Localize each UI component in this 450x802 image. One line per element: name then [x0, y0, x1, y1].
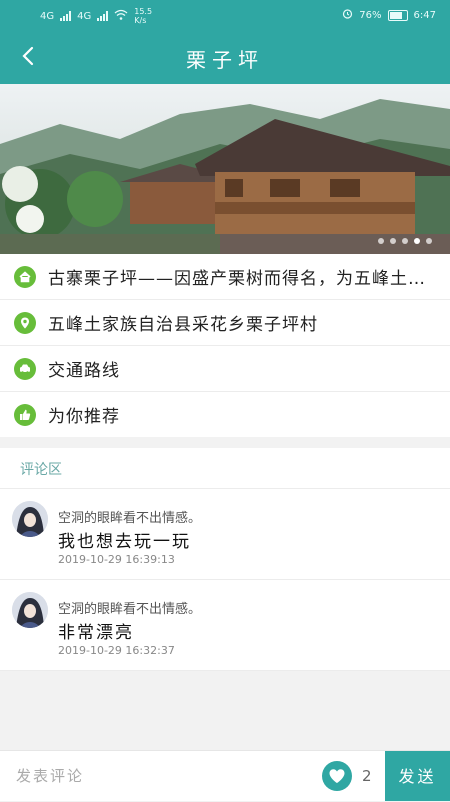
- heart-icon: [329, 769, 345, 783]
- carousel-dot-active[interactable]: [414, 238, 420, 244]
- comment-username: 空洞的眼眸看不出情感。: [58, 602, 202, 617]
- comment-section-title: 评论区: [0, 448, 450, 489]
- info-intro-text: 古寨栗子坪——因盛产栗树而得名，为五峰土家族自治县…: [48, 269, 438, 289]
- comment-bar: 2 发送: [0, 750, 450, 801]
- comment-input[interactable]: [0, 751, 310, 801]
- signal-icon-2: [97, 11, 109, 21]
- signal-icon: [60, 11, 72, 21]
- comment-time: 2019-10-29 16:32:37: [58, 644, 175, 657]
- info-row-traffic[interactable]: 交通路线: [0, 346, 450, 392]
- thumbs-up-icon: [14, 403, 36, 426]
- carousel-dot[interactable]: [378, 238, 384, 244]
- net-speed-unit: K/s: [134, 16, 147, 25]
- comment-text: 非常漂亮: [58, 623, 134, 643]
- image-carousel[interactable]: [0, 84, 450, 254]
- battery-percent: 76%: [359, 9, 382, 21]
- carousel-dot[interactable]: [426, 238, 432, 244]
- comment-username: 空洞的眼眸看不出情感。: [58, 511, 202, 526]
- wifi-icon: [114, 9, 128, 23]
- comment-time: 2019-10-29 16:39:13: [58, 553, 175, 566]
- home-icon: [14, 265, 36, 288]
- info-traffic-text: 交通路线: [48, 361, 120, 381]
- info-list: 古寨栗子坪——因盛产栗树而得名，为五峰土家族自治县… 五峰土家族自治县采花乡栗子…: [0, 254, 450, 437]
- carousel-dots: [378, 238, 432, 244]
- send-button[interactable]: 发送: [385, 751, 450, 801]
- info-recommend-text: 为你推荐: [48, 407, 120, 427]
- info-address-text: 五峰土家族自治县采花乡栗子坪村: [48, 315, 318, 335]
- like-button[interactable]: [322, 761, 352, 791]
- net-speed: 15.5: [134, 7, 153, 16]
- page-title: 栗子坪: [186, 48, 264, 72]
- battery-icon: [387, 9, 408, 21]
- comment-text: 我也想去玩一玩: [58, 532, 191, 552]
- comment-section: 评论区 空洞的眼眸看不出情感。 我也想去玩一玩 2019-10-29 16:39…: [0, 448, 450, 671]
- avatar[interactable]: [12, 592, 48, 628]
- car-icon: [14, 357, 36, 380]
- comment-item: 空洞的眼眸看不出情感。 非常漂亮 2019-10-29 16:32:37: [0, 580, 450, 671]
- like-count: 2: [362, 767, 372, 785]
- status-left: 4G 4G 15.5 K/s: [40, 7, 152, 25]
- avatar[interactable]: [12, 501, 48, 537]
- location-pin-icon: [14, 311, 36, 334]
- info-row-intro[interactable]: 古寨栗子坪——因盛产栗树而得名，为五峰土家族自治县…: [0, 254, 450, 300]
- status-bar: 4G 4G 15.5 K/s 76% 6:47: [0, 0, 450, 30]
- status-right: 76% 6:47: [342, 8, 436, 22]
- carousel-dot[interactable]: [402, 238, 408, 244]
- info-row-recommend[interactable]: 为你推荐: [0, 392, 450, 437]
- comment-item: 空洞的眼眸看不出情感。 我也想去玩一玩 2019-10-29 16:39:13: [0, 489, 450, 580]
- clock: 6:47: [413, 9, 436, 21]
- carousel-dot[interactable]: [390, 238, 396, 244]
- banner-photo: [0, 84, 450, 254]
- network-label-1: 4G: [40, 10, 55, 22]
- app-bar: 栗子坪: [0, 30, 450, 84]
- network-label-2: 4G: [77, 10, 92, 22]
- info-row-address[interactable]: 五峰土家族自治县采花乡栗子坪村: [0, 300, 450, 346]
- alarm-icon: [342, 8, 353, 22]
